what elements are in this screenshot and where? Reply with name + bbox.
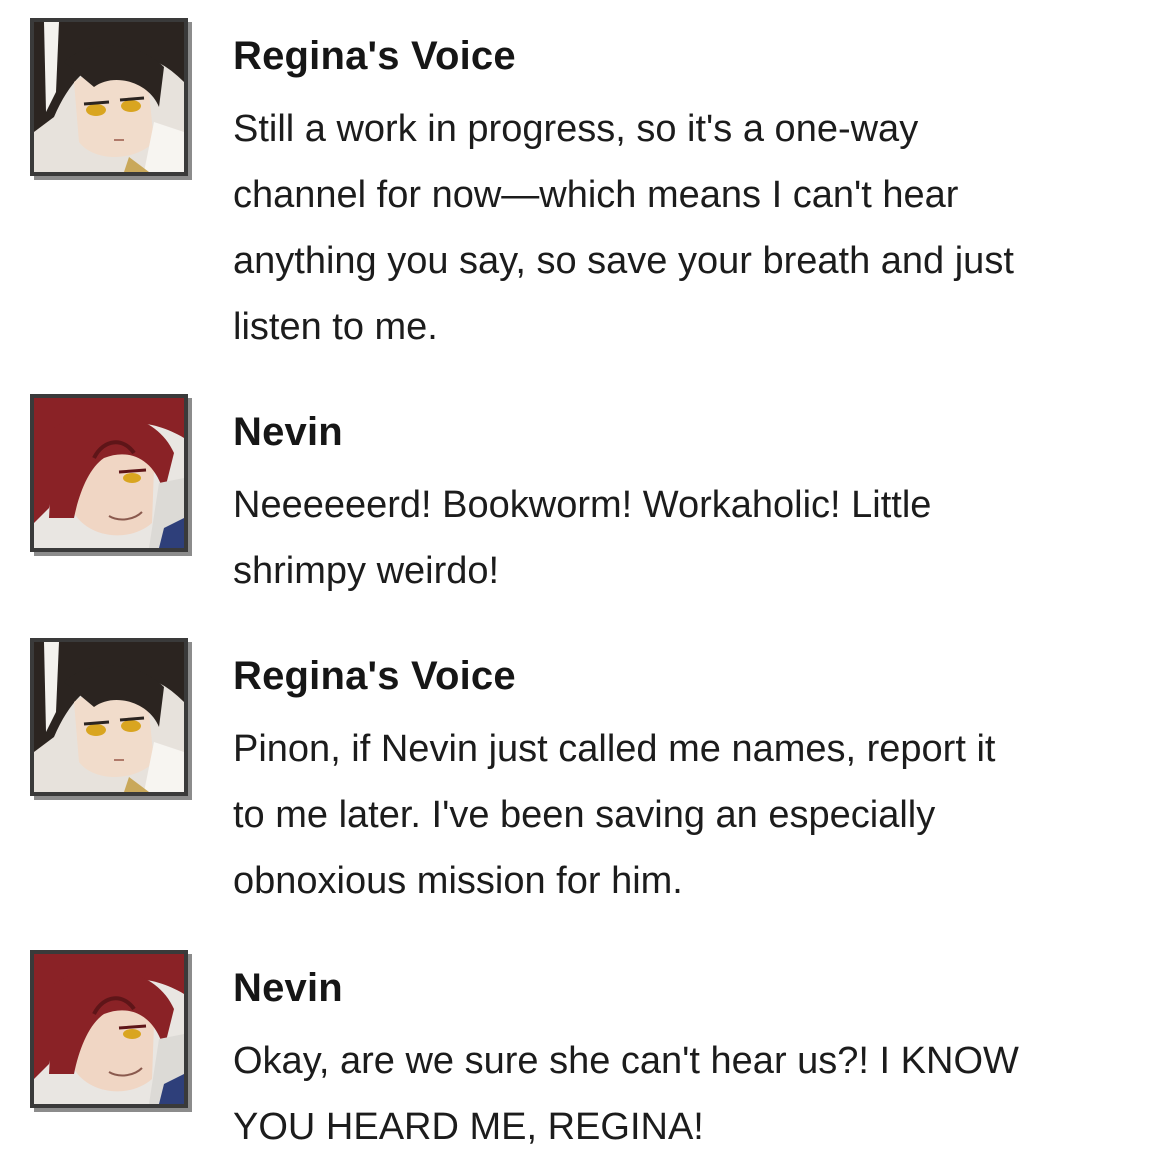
nevin-portrait-icon: [34, 954, 184, 1104]
speaker-name: Regina's Voice: [233, 654, 516, 698]
message-line: YOU HEARD ME, REGINA!: [233, 1106, 704, 1148]
message-line: Neeeeeerd! Bookworm! Workaholic! Little: [233, 484, 932, 526]
message-line: obnoxious mission for him.: [233, 860, 683, 902]
message-line: shrimpy weirdo!: [233, 550, 500, 592]
message-line: Still a work in progress, so it's a one-…: [233, 108, 919, 150]
message-line: anything you say, so save your breath an…: [233, 240, 1014, 282]
nevin-avatar: [30, 394, 188, 552]
message-line: Pinon, if Nevin just called me names, re…: [233, 728, 996, 770]
message-line: Okay, are we sure she can't hear us?! I …: [233, 1040, 1019, 1082]
regina-portrait-icon: [34, 22, 184, 172]
regina-portrait-icon: [34, 642, 184, 792]
message-line: to me later. I've been saving an especia…: [233, 794, 936, 836]
message-line: listen to me.: [233, 306, 438, 348]
speaker-name: Nevin: [233, 410, 343, 454]
chat-log: Regina's Voice Still a work in progress,…: [0, 0, 1156, 1149]
regina-avatar: [30, 638, 188, 796]
message-content: Nevin Okay, are we sure she can't hear u…: [233, 968, 1133, 1160]
message-content: Regina's Voice Pinon, if Nevin just call…: [233, 656, 1133, 914]
speaker-name: Nevin: [233, 966, 343, 1010]
message-line: channel for now—which means I can't hear: [233, 174, 959, 216]
nevin-portrait-icon: [34, 398, 184, 548]
nevin-avatar: [30, 950, 188, 1108]
regina-avatar: [30, 18, 188, 176]
message-content: Nevin Neeeeeerd! Bookworm! Workaholic! L…: [233, 412, 1133, 604]
speaker-name: Regina's Voice: [233, 34, 516, 78]
message-content: Regina's Voice Still a work in progress,…: [233, 36, 1133, 360]
